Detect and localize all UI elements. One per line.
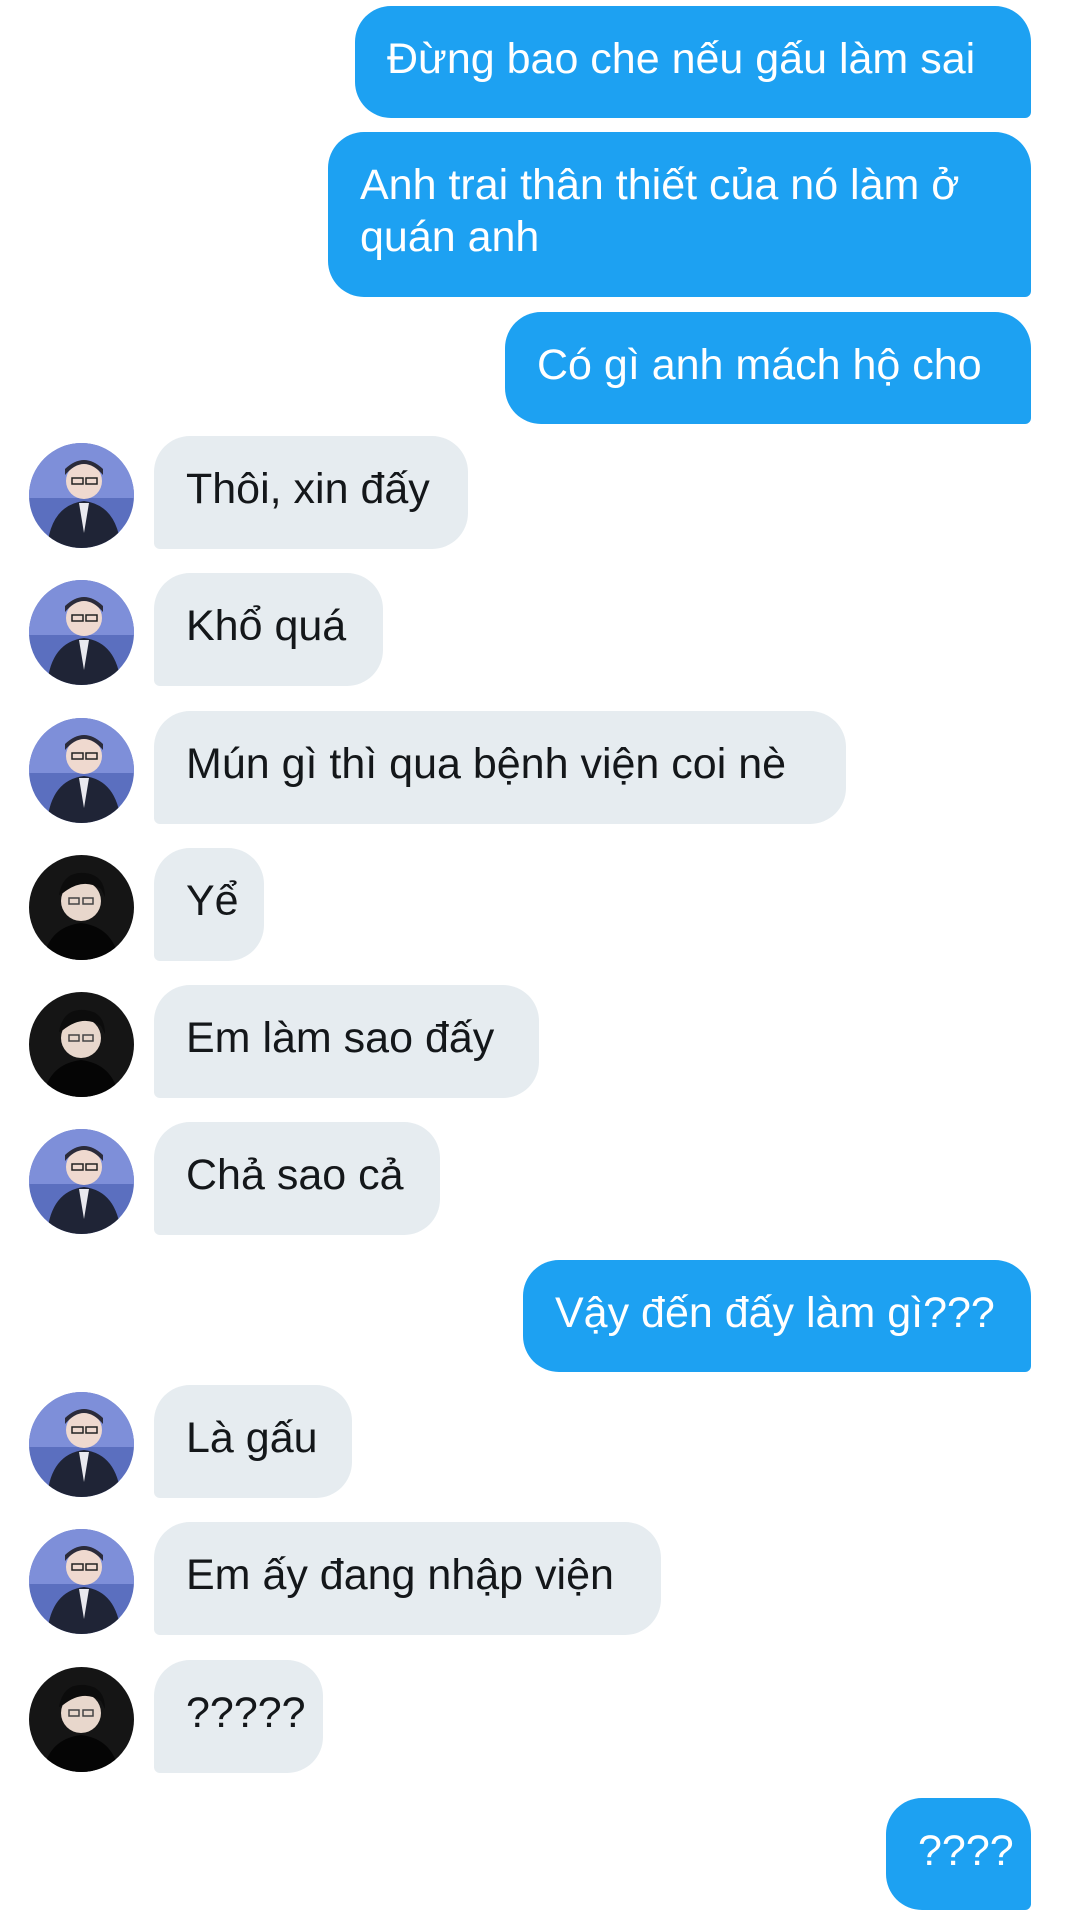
avatar-icon <box>29 580 134 685</box>
message-text: Mún gì thì qua bệnh viện coi nè <box>186 740 787 788</box>
message-text: Em ấy đang nhập viện <box>186 1551 614 1599</box>
contact-a-avatar[interactable] <box>29 1529 134 1634</box>
avatar-icon <box>29 992 134 1097</box>
avatar-icon <box>29 1667 134 1772</box>
contact-b-avatar[interactable] <box>29 1667 134 1772</box>
avatar-icon <box>29 855 134 960</box>
message-bubble-outgoing[interactable]: Anh trai thân thiết của nó làm ở quán an… <box>328 132 1031 297</box>
message-text: Yể <box>186 877 239 925</box>
message-text: Có gì anh mách hộ cho <box>537 341 982 389</box>
message-text: Em làm sao đấy <box>186 1014 495 1062</box>
avatar-icon <box>29 1529 134 1634</box>
contact-b-avatar[interactable] <box>29 855 134 960</box>
message-bubble-outgoing[interactable]: Đừng bao che nếu gấu làm sai <box>355 6 1031 118</box>
message-text: Anh trai thân thiết của nó làm ở quán an… <box>360 161 960 261</box>
message-bubble-incoming[interactable]: Thôi, xin đấy <box>154 436 468 549</box>
message-bubble-incoming[interactable]: Em ấy đang nhập viện <box>154 1522 661 1635</box>
message-text: Khổ quá <box>186 602 347 650</box>
message-text: Vậy đến đấy làm gì??? <box>555 1289 995 1337</box>
message-bubble-outgoing[interactable]: Có gì anh mách hộ cho <box>505 312 1031 424</box>
avatar-icon <box>29 1392 134 1497</box>
contact-a-avatar[interactable] <box>29 1129 134 1234</box>
message-text: Chả sao cả <box>186 1151 404 1199</box>
message-text: Là gấu <box>186 1414 318 1462</box>
contact-a-avatar[interactable] <box>29 443 134 548</box>
message-bubble-incoming[interactable]: Khổ quá <box>154 573 383 686</box>
contact-a-avatar[interactable] <box>29 580 134 685</box>
message-bubble-incoming[interactable]: ????? <box>154 1660 323 1773</box>
message-text: ???? <box>918 1827 1014 1875</box>
message-text: ????? <box>186 1689 306 1737</box>
message-bubble-incoming[interactable]: Là gấu <box>154 1385 352 1498</box>
avatar-icon <box>29 443 134 548</box>
contact-a-avatar[interactable] <box>29 1392 134 1497</box>
message-bubble-outgoing[interactable]: ???? <box>886 1798 1031 1910</box>
message-bubble-incoming[interactable]: Chả sao cả <box>154 1122 440 1235</box>
message-bubble-incoming[interactable]: Mún gì thì qua bệnh viện coi nè <box>154 711 846 824</box>
message-bubble-outgoing[interactable]: Vậy đến đấy làm gì??? <box>523 1260 1031 1372</box>
avatar-icon <box>29 1129 134 1234</box>
message-text: Đừng bao che nếu gấu làm sai <box>387 35 976 83</box>
message-bubble-incoming[interactable]: Yể <box>154 848 264 961</box>
contact-b-avatar[interactable] <box>29 992 134 1097</box>
message-bubble-incoming[interactable]: Em làm sao đấy <box>154 985 539 1098</box>
contact-a-avatar[interactable] <box>29 718 134 823</box>
avatar-icon <box>29 718 134 823</box>
message-text: Thôi, xin đấy <box>186 465 430 513</box>
